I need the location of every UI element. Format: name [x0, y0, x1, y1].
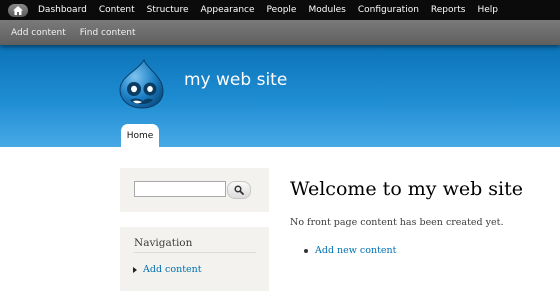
- home-icon: [13, 5, 23, 15]
- drupal-drop-logo[interactable]: [117, 58, 165, 109]
- add-new-content-link[interactable]: Add new content: [304, 245, 396, 256]
- shortcut-find-content[interactable]: Find content: [75, 28, 141, 38]
- toolbar-item-reports[interactable]: Reports: [425, 0, 472, 20]
- toolbar-item-appearance[interactable]: Appearance: [195, 0, 261, 20]
- toolbar-item-content[interactable]: Content: [93, 0, 141, 20]
- search-button[interactable]: [227, 181, 251, 199]
- front-page-message: No front page content has been created y…: [290, 217, 504, 228]
- page-title: Welcome to my web site: [290, 178, 524, 200]
- site-name[interactable]: my web site: [184, 70, 287, 90]
- site-header: my web site Home: [0, 45, 560, 147]
- triangle-right-icon: [133, 266, 137, 273]
- link-label: Add new content: [315, 245, 397, 256]
- toolbar-item-people[interactable]: People: [261, 0, 303, 20]
- navigation-block: Navigation Add content: [120, 227, 269, 291]
- search-input[interactable]: [134, 181, 226, 197]
- toolbar-item-help[interactable]: Help: [471, 0, 504, 20]
- toolbar-item-configuration[interactable]: Configuration: [352, 0, 425, 20]
- admin-toolbar: Dashboard Content Structure Appearance P…: [0, 0, 560, 20]
- nav-item-label: Add content: [143, 264, 202, 275]
- navigation-title: Navigation: [134, 237, 256, 253]
- tab-home[interactable]: Home: [121, 124, 159, 147]
- shortcut-add-content[interactable]: Add content: [6, 28, 71, 38]
- bullet-icon: [304, 248, 308, 253]
- toolbar-item-modules[interactable]: Modules: [302, 0, 351, 20]
- toolbar-item-structure[interactable]: Structure: [141, 0, 195, 20]
- search-block: [120, 168, 269, 212]
- nav-item-add-content[interactable]: Add content: [133, 264, 202, 275]
- magnifier-icon: [234, 185, 244, 195]
- toolbar-item-dashboard[interactable]: Dashboard: [32, 0, 93, 20]
- shortcut-bar: Add content Find content: [0, 20, 560, 45]
- home-button[interactable]: [8, 3, 28, 17]
